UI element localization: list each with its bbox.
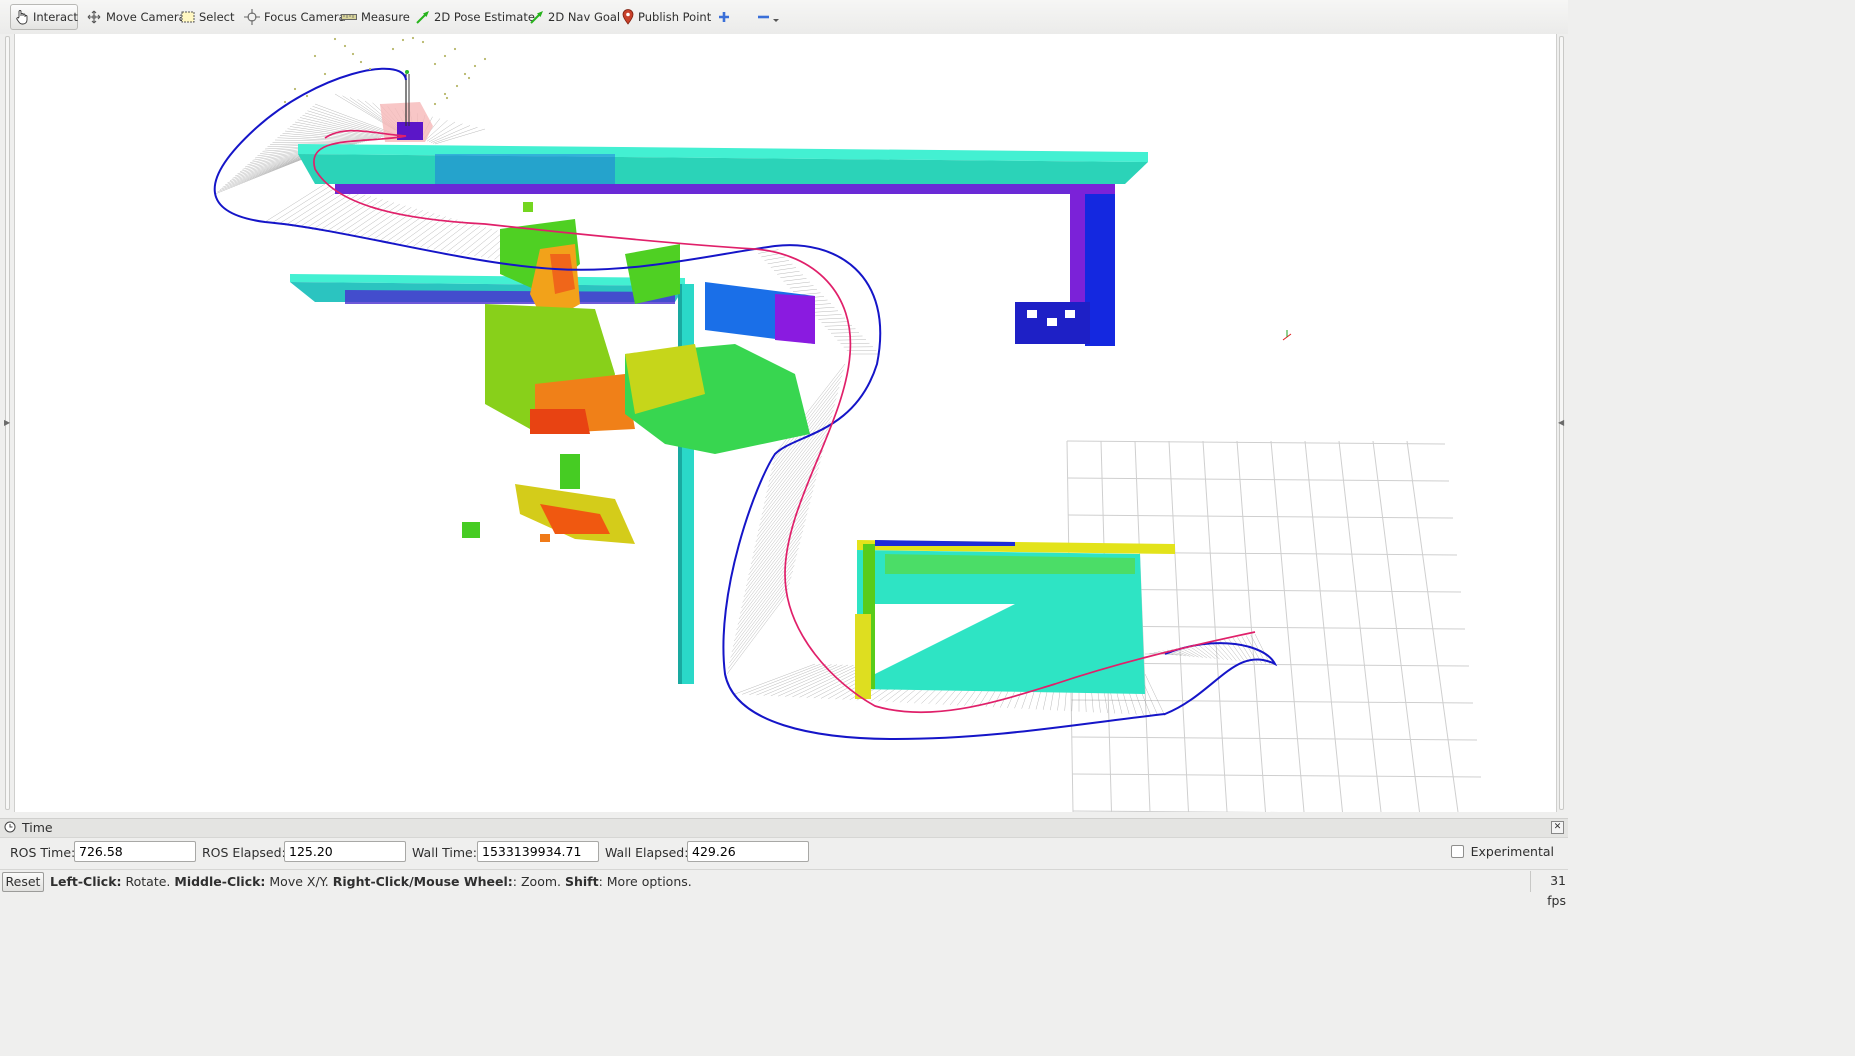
robot-model <box>380 70 433 142</box>
wall-elapsed-field[interactable] <box>687 841 809 862</box>
ros-time-field[interactable] <box>74 841 196 862</box>
interact-tool-label: Interact <box>33 10 78 24</box>
fps-counter: 31 fps <box>1530 871 1568 908</box>
2d-nav-goal-tool-button[interactable]: 2D Nav Goal <box>526 4 624 30</box>
expand-left-icon: ▶ <box>4 418 11 427</box>
hint-left-click-action: Rotate. <box>121 874 175 889</box>
move-camera-icon <box>87 10 101 24</box>
hint-middle-click-action: Move X/Y. <box>265 874 333 889</box>
experimental-label: Experimental <box>1470 844 1554 859</box>
2d-pose-estimate-tool-button[interactable]: 2D Pose Estimate <box>412 4 539 30</box>
time-panel-body: ROS Time: ROS Elapsed: Wall Time: Wall E… <box>0 838 1568 868</box>
select-tool-label: Select <box>199 10 235 24</box>
time-panel-header: Time ✕ <box>0 818 1568 838</box>
vegetation-voxels <box>462 202 810 544</box>
close-icon[interactable]: ✕ <box>1551 821 1564 834</box>
move-camera-tool-label: Move Camera <box>106 10 186 24</box>
time-panel-title: Time <box>22 820 53 835</box>
interact-tool-button[interactable]: Interact <box>10 4 78 30</box>
hint-shift-action: : More options. <box>598 874 692 889</box>
focus-crosshair-icon <box>244 9 260 25</box>
green-arrow-icon <box>530 11 543 24</box>
sensor-points <box>283 36 487 106</box>
map-pin-icon <box>622 9 634 25</box>
ros-time-label: ROS Time: <box>10 845 76 860</box>
room-voxels <box>855 540 1175 699</box>
focus-camera-tool-label: Focus Camera <box>264 10 346 24</box>
checkbox-box[interactable] <box>1450 845 1464 858</box>
ruler-icon <box>341 14 357 20</box>
measure-tool-button[interactable]: Measure <box>337 4 414 30</box>
hint-right-click-action: : Zoom. <box>512 874 565 889</box>
3d-render-viewport[interactable] <box>14 34 1557 812</box>
focus-camera-tool-button[interactable]: Focus Camera <box>240 4 350 30</box>
publish-point-tool-button[interactable]: Publish Point <box>618 4 715 30</box>
publish-point-tool-label: Publish Point <box>638 10 712 24</box>
reset-button[interactable]: Reset <box>2 872 44 892</box>
select-rect-icon <box>181 11 195 23</box>
wall-time-label: Wall Time: <box>412 845 477 860</box>
expand-right-icon: ◀ <box>1558 418 1565 427</box>
experimental-checkbox[interactable]: Experimental <box>1450 844 1554 859</box>
2d-pose-estimate-tool-label: 2D Pose Estimate <box>434 10 535 24</box>
2d-nav-goal-tool-label: 2D Nav Goal <box>548 10 621 24</box>
status-bar: Reset Left-Click: Rotate. Middle-Click: … <box>0 869 1568 908</box>
add-tool-button[interactable] <box>713 4 735 30</box>
scene-canvas[interactable] <box>15 34 1556 812</box>
select-tool-button[interactable]: Select <box>177 4 238 30</box>
hint-middle-click-key: Middle-Click: <box>174 874 266 889</box>
plus-icon <box>719 12 729 22</box>
mouse-hint-text: Left-Click: Rotate. Middle-Click: Move X… <box>50 874 692 889</box>
move-camera-tool-button[interactable]: Move Camera <box>82 4 190 30</box>
remove-tool-button[interactable] <box>750 4 788 30</box>
clock-icon <box>4 821 16 833</box>
ros-elapsed-field[interactable] <box>284 841 406 862</box>
ros-elapsed-label: ROS Elapsed: <box>202 845 286 860</box>
wall-elapsed-label: Wall Elapsed: <box>605 845 689 860</box>
wall-time-field[interactable] <box>477 841 599 862</box>
measure-tool-label: Measure <box>361 10 410 24</box>
hint-right-click-key: Right-Click/Mouse Wheel: <box>332 874 513 889</box>
minus-dropdown-icon <box>758 15 779 22</box>
hint-left-click-key: Left-Click: <box>50 874 122 889</box>
rviz-toolbar: Interact Move Camera Select Focus Camera… <box>0 0 1568 35</box>
hand-pointer-icon <box>16 10 28 25</box>
chevron-down-icon <box>773 19 779 22</box>
left-dock-handle[interactable]: ▶ <box>0 34 14 812</box>
green-arrow-icon <box>416 11 429 24</box>
hint-shift-key: Shift <box>564 874 599 889</box>
axis-marker <box>1282 330 1292 341</box>
